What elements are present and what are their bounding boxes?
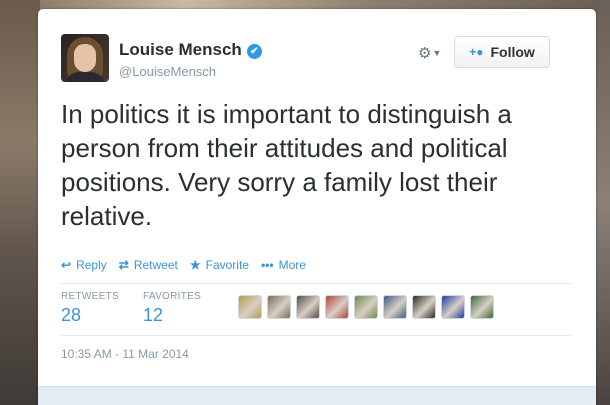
verified-badge-icon: ✔: [246, 44, 262, 59]
retweet-label: Retweet: [133, 258, 178, 272]
tweet-actions: ↩ Reply ⇄ Retweet ★ Favorite ••• More: [61, 258, 306, 272]
tweet-text: In politics it is important to distingui…: [61, 99, 512, 231]
star-icon: ★: [189, 258, 201, 272]
tweet-timestamp[interactable]: 10:35 AM - 11 Mar 2014: [61, 347, 189, 361]
author-handle[interactable]: @LouiseMensch: [119, 64, 216, 79]
author-name-text: Louise Mensch: [119, 40, 242, 59]
reply-action[interactable]: ↩ Reply: [61, 258, 107, 272]
more-label: More: [278, 258, 306, 272]
favorites-label: FAVORITES: [143, 291, 202, 302]
favorites-count[interactable]: 12: [143, 305, 163, 326]
favorite-action[interactable]: ★ Favorite: [190, 258, 249, 272]
card-footer: [38, 386, 596, 405]
favoriter-avatar[interactable]: [238, 295, 262, 319]
favoriter-avatars: [238, 295, 494, 319]
favoriter-avatar[interactable]: [412, 295, 436, 319]
retweet-icon: ⇄: [118, 258, 129, 272]
divider-bottom: [61, 335, 571, 336]
follow-button-label: Follow: [490, 44, 535, 60]
favoriter-avatar[interactable]: [441, 295, 465, 319]
avatar[interactable]: [61, 34, 109, 82]
tweet-card: Louise Mensch ✔ @LouiseMensch ⚙▼ +● Follo…: [38, 9, 596, 405]
more-dots-icon: •••: [260, 258, 274, 272]
follow-button[interactable]: +● Follow: [454, 36, 550, 68]
follow-user-icon: +●: [469, 45, 484, 59]
retweet-action[interactable]: ⇄ Retweet: [119, 258, 178, 272]
author-name[interactable]: Louise Mensch ✔: [119, 40, 262, 60]
divider-top: [61, 283, 571, 284]
favoriter-avatar[interactable]: [325, 295, 349, 319]
gear-icon: ⚙: [418, 45, 432, 62]
favorite-label: Favorite: [205, 258, 249, 272]
settings-menu[interactable]: ⚙▼: [418, 44, 442, 62]
favoriter-avatar[interactable]: [470, 295, 494, 319]
favoriter-avatar[interactable]: [354, 295, 378, 319]
background-right: [596, 0, 610, 405]
favoriter-avatar[interactable]: [383, 295, 407, 319]
chevron-down-icon: ▼: [432, 48, 442, 58]
reply-icon: ↩: [61, 258, 72, 272]
favoriter-avatar[interactable]: [296, 295, 320, 319]
more-action[interactable]: ••• More: [261, 258, 306, 272]
retweets-label: RETWEETS: [61, 291, 119, 302]
reply-label: Reply: [76, 258, 107, 272]
favoriter-avatar[interactable]: [267, 295, 291, 319]
retweets-count[interactable]: 28: [61, 305, 81, 326]
background-left: [0, 0, 40, 405]
